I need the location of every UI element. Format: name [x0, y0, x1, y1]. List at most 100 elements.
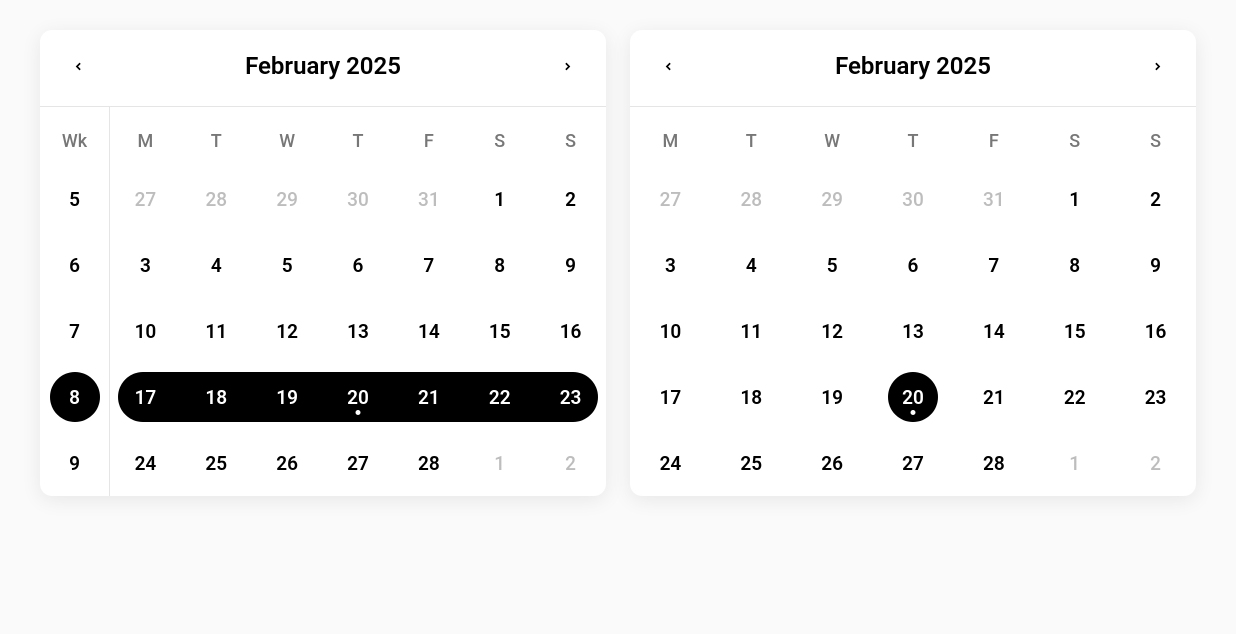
week-number-cell[interactable]: 5	[40, 166, 110, 232]
next-month-button[interactable]	[1146, 54, 1170, 78]
day-cell[interactable]: 18	[711, 364, 792, 430]
day-cell[interactable]: 14	[953, 298, 1034, 364]
day-number: 14	[404, 306, 454, 356]
day-cell[interactable]: 25	[181, 430, 252, 496]
day-cell[interactable]: 2	[1115, 166, 1196, 232]
day-cell[interactable]: 1	[1034, 166, 1115, 232]
day-cell[interactable]: 20	[323, 364, 394, 430]
day-cell[interactable]: 10	[630, 298, 711, 364]
day-cell[interactable]: 9	[1115, 232, 1196, 298]
day-cell[interactable]: 29	[792, 166, 873, 232]
day-cell[interactable]: 10	[110, 298, 181, 364]
day-cell[interactable]: 7	[393, 232, 464, 298]
day-number: 5	[262, 240, 312, 290]
day-cell[interactable]: 21	[953, 364, 1034, 430]
day-cell[interactable]: 1	[464, 430, 535, 496]
day-cell[interactable]: 31	[953, 166, 1034, 232]
prev-month-button[interactable]	[66, 54, 90, 78]
day-cell[interactable]: 15	[464, 298, 535, 364]
day-cell[interactable]: 25	[711, 430, 792, 496]
day-cell[interactable]: 2	[1115, 430, 1196, 496]
day-cell[interactable]: 19	[252, 364, 323, 430]
day-cell[interactable]: 17	[630, 364, 711, 430]
day-cell[interactable]: 9	[535, 232, 606, 298]
day-cell[interactable]: 24	[110, 430, 181, 496]
week-number-cell[interactable]: 9	[40, 430, 110, 496]
day-cell[interactable]: 28	[181, 166, 252, 232]
day-cell[interactable]: 31	[393, 166, 464, 232]
day-cell[interactable]: 28	[393, 430, 464, 496]
day-cell[interactable]: 22	[464, 364, 535, 430]
day-cell[interactable]: 6	[873, 232, 954, 298]
week-number: 7	[50, 306, 100, 356]
day-cell[interactable]: 1	[1034, 430, 1115, 496]
day-number: 1	[475, 174, 525, 224]
day-header: T	[711, 107, 792, 166]
day-cell[interactable]: 13	[323, 298, 394, 364]
day-cell[interactable]: 2	[535, 166, 606, 232]
next-month-button[interactable]	[556, 54, 580, 78]
day-cell[interactable]: 14	[393, 298, 464, 364]
day-number: 24	[645, 438, 695, 488]
day-cell[interactable]: 4	[711, 232, 792, 298]
day-cell[interactable]: 12	[792, 298, 873, 364]
month-year-label[interactable]: February 2025	[245, 52, 401, 80]
day-cell[interactable]: 8	[1034, 232, 1115, 298]
day-number: 14	[969, 306, 1019, 356]
day-cell[interactable]: 30	[323, 166, 394, 232]
week-number-cell[interactable]: 8	[40, 364, 110, 430]
day-number: 1	[1050, 174, 1100, 224]
week-column-header: Wk	[40, 107, 110, 166]
day-header: T	[873, 107, 954, 166]
day-cell[interactable]: 27	[110, 166, 181, 232]
day-cell[interactable]: 7	[953, 232, 1034, 298]
day-cell[interactable]: 27	[873, 430, 954, 496]
day-cell[interactable]: 4	[181, 232, 252, 298]
day-cell[interactable]: 16	[1115, 298, 1196, 364]
week-number-cell[interactable]: 7	[40, 298, 110, 364]
day-cell[interactable]: 17	[110, 364, 181, 430]
day-number: 10	[120, 306, 170, 356]
day-number: 31	[969, 174, 1019, 224]
day-cell[interactable]: 2	[535, 430, 606, 496]
day-cell[interactable]: 28	[711, 166, 792, 232]
day-cell[interactable]: 12	[252, 298, 323, 364]
day-cell[interactable]: 5	[792, 232, 873, 298]
day-cell[interactable]: 21	[393, 364, 464, 430]
day-cell[interactable]: 6	[323, 232, 394, 298]
day-cell[interactable]: 22	[1034, 364, 1115, 430]
day-cell[interactable]: 18	[181, 364, 252, 430]
day-number: 3	[645, 240, 695, 290]
day-cell[interactable]: 1	[464, 166, 535, 232]
day-number: 16	[546, 306, 596, 356]
day-cell[interactable]: 20	[873, 364, 954, 430]
day-cell[interactable]: 23	[1115, 364, 1196, 430]
day-cell[interactable]: 26	[792, 430, 873, 496]
day-cell[interactable]: 28	[953, 430, 1034, 496]
day-cell[interactable]: 26	[252, 430, 323, 496]
day-number: 8	[1050, 240, 1100, 290]
day-cell[interactable]: 23	[535, 364, 606, 430]
day-cell[interactable]: 11	[181, 298, 252, 364]
day-number: 28	[726, 174, 776, 224]
day-cell[interactable]: 24	[630, 430, 711, 496]
month-year-label[interactable]: February 2025	[835, 52, 991, 80]
day-cell[interactable]: 15	[1034, 298, 1115, 364]
day-cell[interactable]: 3	[110, 232, 181, 298]
day-cell[interactable]: 3	[630, 232, 711, 298]
day-cell[interactable]: 16	[535, 298, 606, 364]
week-number-cell[interactable]: 6	[40, 232, 110, 298]
day-cell[interactable]: 8	[464, 232, 535, 298]
day-cell[interactable]: 11	[711, 298, 792, 364]
day-cell[interactable]: 5	[252, 232, 323, 298]
day-cell[interactable]: 19	[792, 364, 873, 430]
day-number: 4	[191, 240, 241, 290]
day-cell[interactable]: 27	[630, 166, 711, 232]
day-number: 2	[546, 438, 596, 488]
day-number: 9	[546, 240, 596, 290]
prev-month-button[interactable]	[656, 54, 680, 78]
day-cell[interactable]: 13	[873, 298, 954, 364]
day-cell[interactable]: 27	[323, 430, 394, 496]
day-cell[interactable]: 30	[873, 166, 954, 232]
day-cell[interactable]: 29	[252, 166, 323, 232]
